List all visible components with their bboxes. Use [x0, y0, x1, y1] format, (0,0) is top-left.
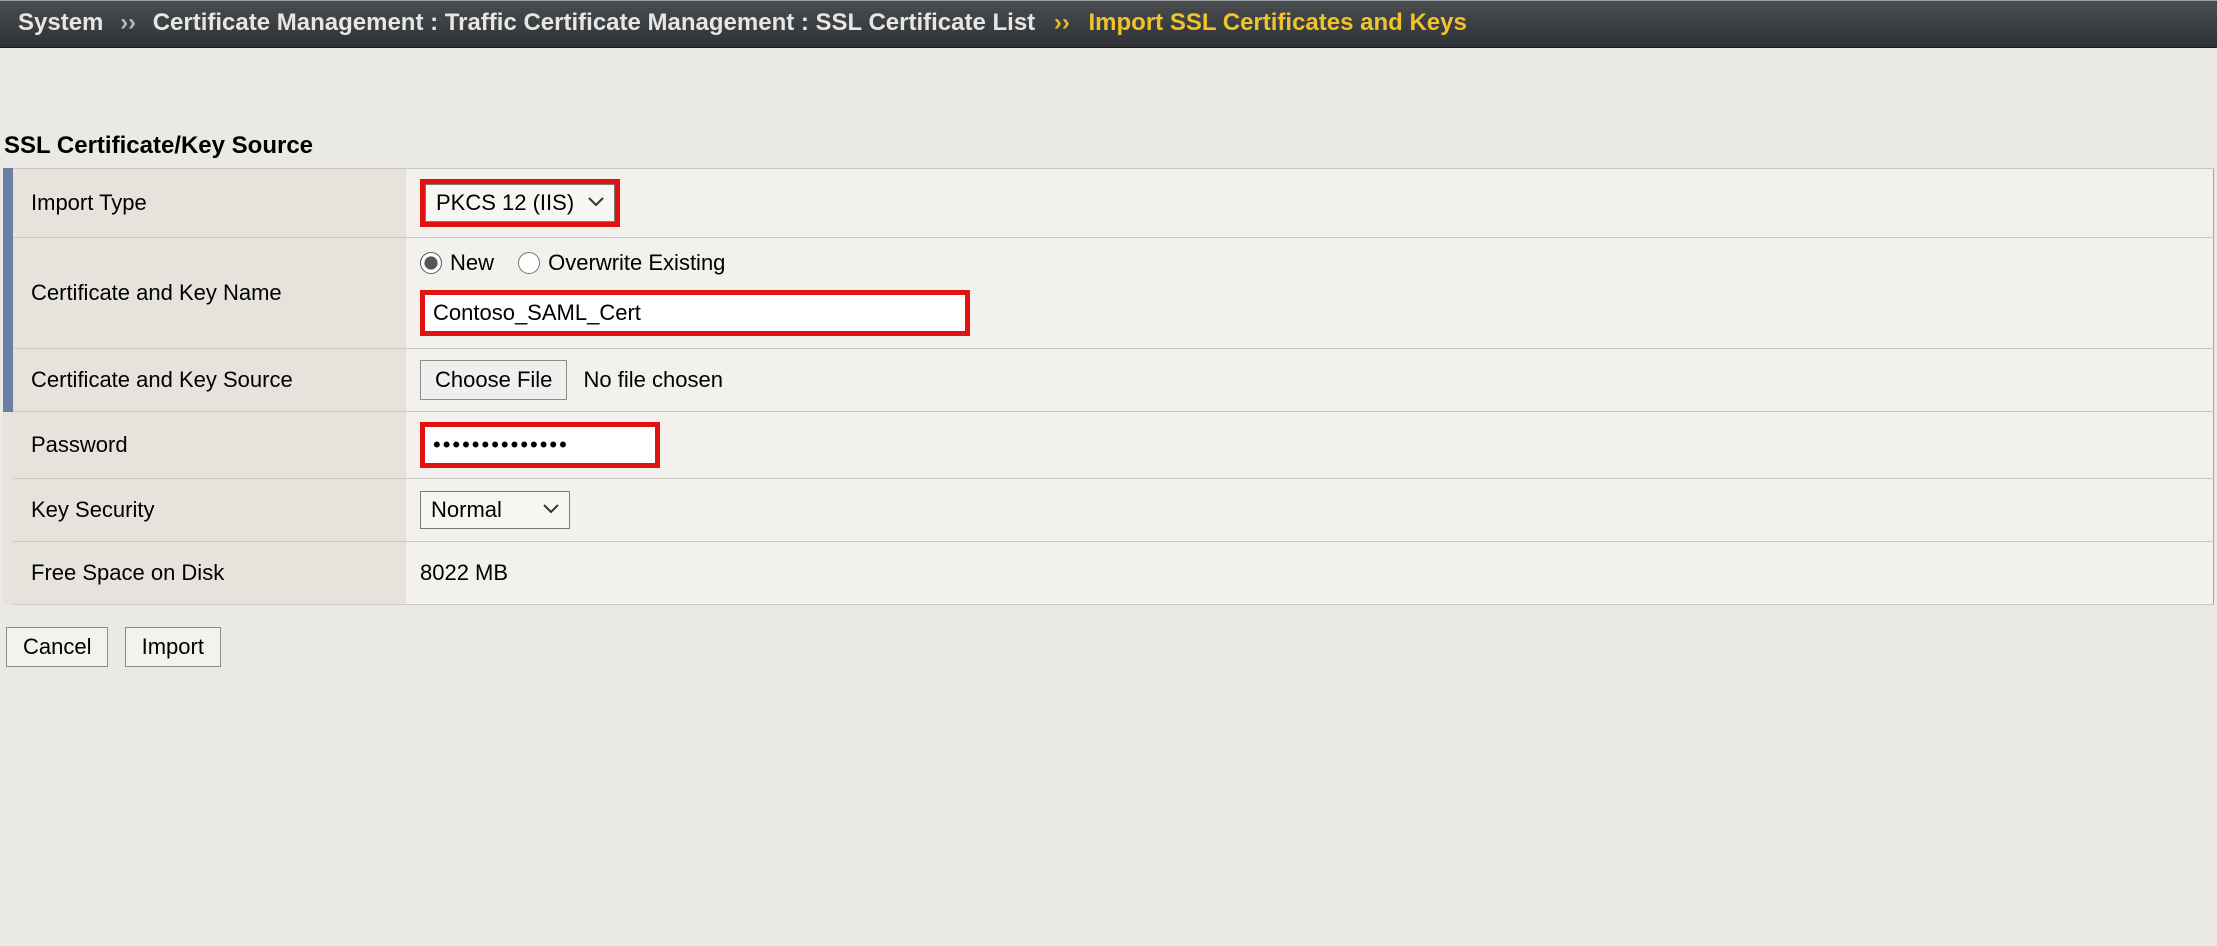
highlight-cert-name [420, 290, 970, 336]
breadcrumb: System ›› Certificate Management : Traff… [0, 0, 2217, 48]
radio-new-label: New [450, 250, 494, 276]
label-password: Password [8, 412, 406, 479]
import-type-select[interactable]: PKCS 12 (IIS) [425, 184, 615, 222]
chevron-down-icon [543, 501, 559, 519]
button-bar: Cancel Import [6, 627, 2217, 667]
key-security-select[interactable]: Normal [420, 491, 570, 529]
label-cert-key-name: Certificate and Key Name [8, 238, 406, 349]
chevron-down-icon [588, 194, 604, 212]
import-type-value: PKCS 12 (IIS) [436, 190, 574, 216]
breadcrumb-root[interactable]: System [18, 9, 103, 36]
radio-new[interactable]: New [420, 250, 494, 276]
radio-new-input[interactable] [420, 252, 442, 274]
radio-overwrite-label: Overwrite Existing [548, 250, 725, 276]
key-security-value: Normal [431, 497, 502, 523]
cert-name-input[interactable] [425, 295, 965, 331]
section-title: SSL Certificate/Key Source [4, 132, 2217, 160]
password-input[interactable] [425, 427, 655, 463]
label-key-security: Key Security [8, 479, 406, 542]
label-import-type: Import Type [8, 169, 406, 238]
radio-overwrite-input[interactable] [518, 252, 540, 274]
form-table: Import Type PKCS 12 (IIS) Certificate an… [3, 168, 2214, 605]
label-cert-key-source: Certificate and Key Source [8, 349, 406, 412]
highlight-import-type: PKCS 12 (IIS) [420, 179, 620, 227]
cancel-button[interactable]: Cancel [6, 627, 108, 667]
highlight-password [420, 422, 660, 468]
label-free-space: Free Space on Disk [8, 542, 406, 605]
file-status: No file chosen [584, 367, 723, 392]
breadcrumb-separator: ›› [110, 9, 146, 36]
free-space-value: 8022 MB [406, 542, 2214, 605]
breadcrumb-current: Import SSL Certificates and Keys [1089, 9, 1467, 36]
import-button[interactable]: Import [125, 627, 221, 667]
choose-file-button[interactable]: Choose File [420, 360, 567, 400]
breadcrumb-separator-gold: ›› [1042, 9, 1082, 36]
radio-overwrite[interactable]: Overwrite Existing [518, 250, 725, 276]
breadcrumb-path[interactable]: Certificate Management : Traffic Certifi… [153, 9, 1035, 36]
